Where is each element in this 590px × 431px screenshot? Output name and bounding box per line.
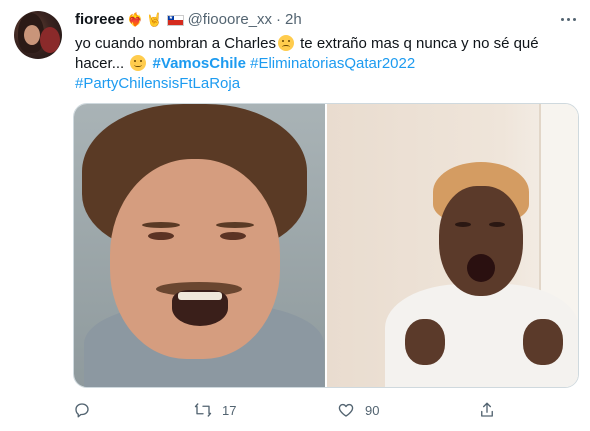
fire-heart-icon: ❤️‍🔥 (127, 12, 144, 27)
tweet-text: yo cuando nombran a Charles te extraño m… (75, 34, 575, 94)
more-dots-icon (560, 17, 564, 21)
hashtag-vamoschile[interactable]: #VamosChile (153, 55, 246, 72)
reply-icon (75, 403, 89, 418)
media-grid (73, 103, 579, 388)
chile-flag-icon: ★ (166, 14, 184, 26)
photo-screaming-woman[interactable] (327, 104, 578, 387)
separator-dot: · (276, 11, 282, 28)
tweet-actions: 17 90 (73, 398, 503, 422)
heart-icon (338, 403, 354, 417)
retweet-count: 17 (222, 402, 237, 418)
author-name[interactable]: fioreee (75, 11, 124, 29)
reply-button[interactable] (73, 398, 101, 422)
retweet-icon (194, 403, 212, 417)
author-handle[interactable]: @fiooore_xx (188, 11, 272, 29)
tweet-card[interactable]: fioreee ❤️‍🔥 🤘 ★ @fiooore_xx · 2h yo cua… (0, 0, 590, 431)
upside-down-face-icon (130, 55, 147, 71)
tweet-text-segment: hacer... (75, 55, 129, 72)
hashtag-eliminatorias[interactable]: #EliminatoriasQatar2022 (250, 55, 415, 72)
avatar[interactable] (14, 11, 62, 59)
share-button[interactable] (478, 398, 496, 422)
tweet-text-segment: yo cuando nombran a Charles (75, 35, 276, 52)
avatar-detail (40, 27, 60, 53)
retweet-button[interactable]: 17 (194, 398, 236, 422)
tweet-timestamp[interactable]: 2h (285, 11, 302, 29)
like-count: 90 (365, 402, 380, 418)
tweet-text-segment: te extraño mas q nunca y no sé qué (295, 35, 539, 52)
share-icon (481, 402, 493, 417)
like-button[interactable]: 90 (337, 398, 379, 422)
hashtag-partychilensis[interactable]: #PartyChilensisFtLaRoja (75, 75, 240, 92)
disappointed-face-icon (277, 35, 294, 51)
avatar-face (24, 25, 40, 45)
tweet-header: fioreee ❤️‍🔥 🤘 ★ @fiooore_xx · 2h (75, 11, 302, 29)
photo-crying-man[interactable] (74, 104, 325, 387)
rock-hand-icon: 🤘 (146, 12, 163, 27)
more-button[interactable] (557, 10, 579, 28)
